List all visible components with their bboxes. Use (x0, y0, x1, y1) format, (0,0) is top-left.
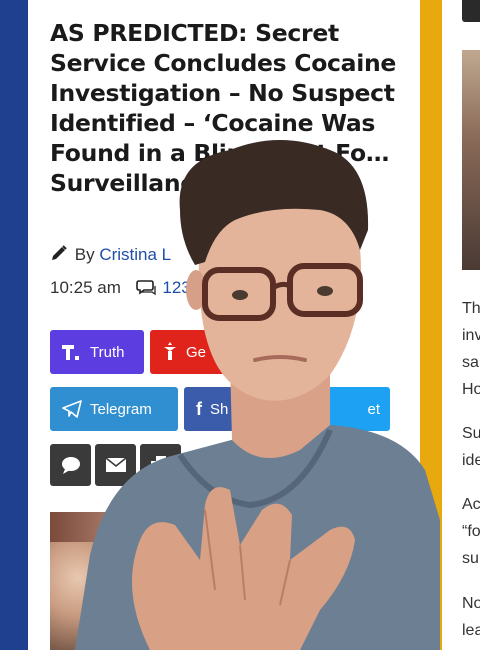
right-text-line-3: sa (462, 354, 479, 371)
right-text-line-4: Ho (462, 381, 480, 398)
share-facebook-label: Sh (210, 400, 229, 418)
right-top-button[interactable] (462, 0, 480, 22)
right-text-line-8: “fo (462, 523, 480, 540)
author-link[interactable]: Cristina L (99, 245, 171, 264)
share-truth-label: Truth (90, 343, 125, 361)
right-text-line-6: ide (462, 452, 480, 469)
publish-time: 10:25 am (50, 278, 121, 297)
right-thumbnail-image (462, 50, 480, 270)
speech-bubble-icon (61, 457, 80, 474)
left-navy-stripe (0, 0, 28, 650)
byline: By Cristina L (50, 244, 171, 267)
truth-social-icon (62, 345, 79, 360)
pencil-icon (50, 244, 70, 267)
print-button[interactable] (140, 444, 181, 486)
right-text-line-7: Ac (462, 496, 480, 513)
email-share-button[interactable] (95, 444, 136, 486)
right-text-line-2: inv (462, 327, 480, 344)
article-headline[interactable]: AS PREDICTED: Secret Service Concludes C… (50, 18, 410, 198)
share-telegram-label: Telegram (90, 400, 152, 418)
comment-icon[interactable] (135, 278, 158, 301)
gettr-icon (164, 342, 176, 360)
telegram-icon (62, 400, 82, 418)
right-text-line-1: Th (462, 300, 480, 317)
share-gettr-label: Ge (186, 343, 207, 361)
share-facebook-button[interactable]: f Sh (184, 387, 264, 431)
share-twitter-label: et (367, 400, 380, 418)
share-twitter-button[interactable]: et (318, 387, 390, 431)
facebook-icon: f (196, 398, 202, 419)
right-text-line-10: No (462, 595, 480, 612)
photo-child-figure (50, 542, 120, 650)
printer-icon (150, 456, 171, 474)
article-panel: AS PREDICTED: Secret Service Concludes C… (28, 0, 420, 650)
right-article-column: Th inv sa Ho Su ide Ac “fo su No lea (442, 0, 480, 650)
right-text-line-5: Su (462, 425, 480, 442)
article-photo (50, 512, 410, 650)
article-meta: 10:25 am 123 (50, 278, 191, 301)
share-truth-button[interactable]: Truth (50, 330, 144, 374)
gold-divider-stripe (420, 0, 442, 650)
comment-count[interactable]: 123 (162, 278, 190, 297)
right-text-line-11: lea (462, 622, 480, 639)
share-gettr-button[interactable]: Ge (150, 330, 250, 374)
byline-prefix: By (74, 245, 95, 264)
comment-share-button[interactable] (50, 444, 91, 486)
envelope-icon (105, 458, 126, 472)
right-text-line-9: su (462, 550, 479, 567)
share-telegram-button[interactable]: Telegram (50, 387, 178, 431)
